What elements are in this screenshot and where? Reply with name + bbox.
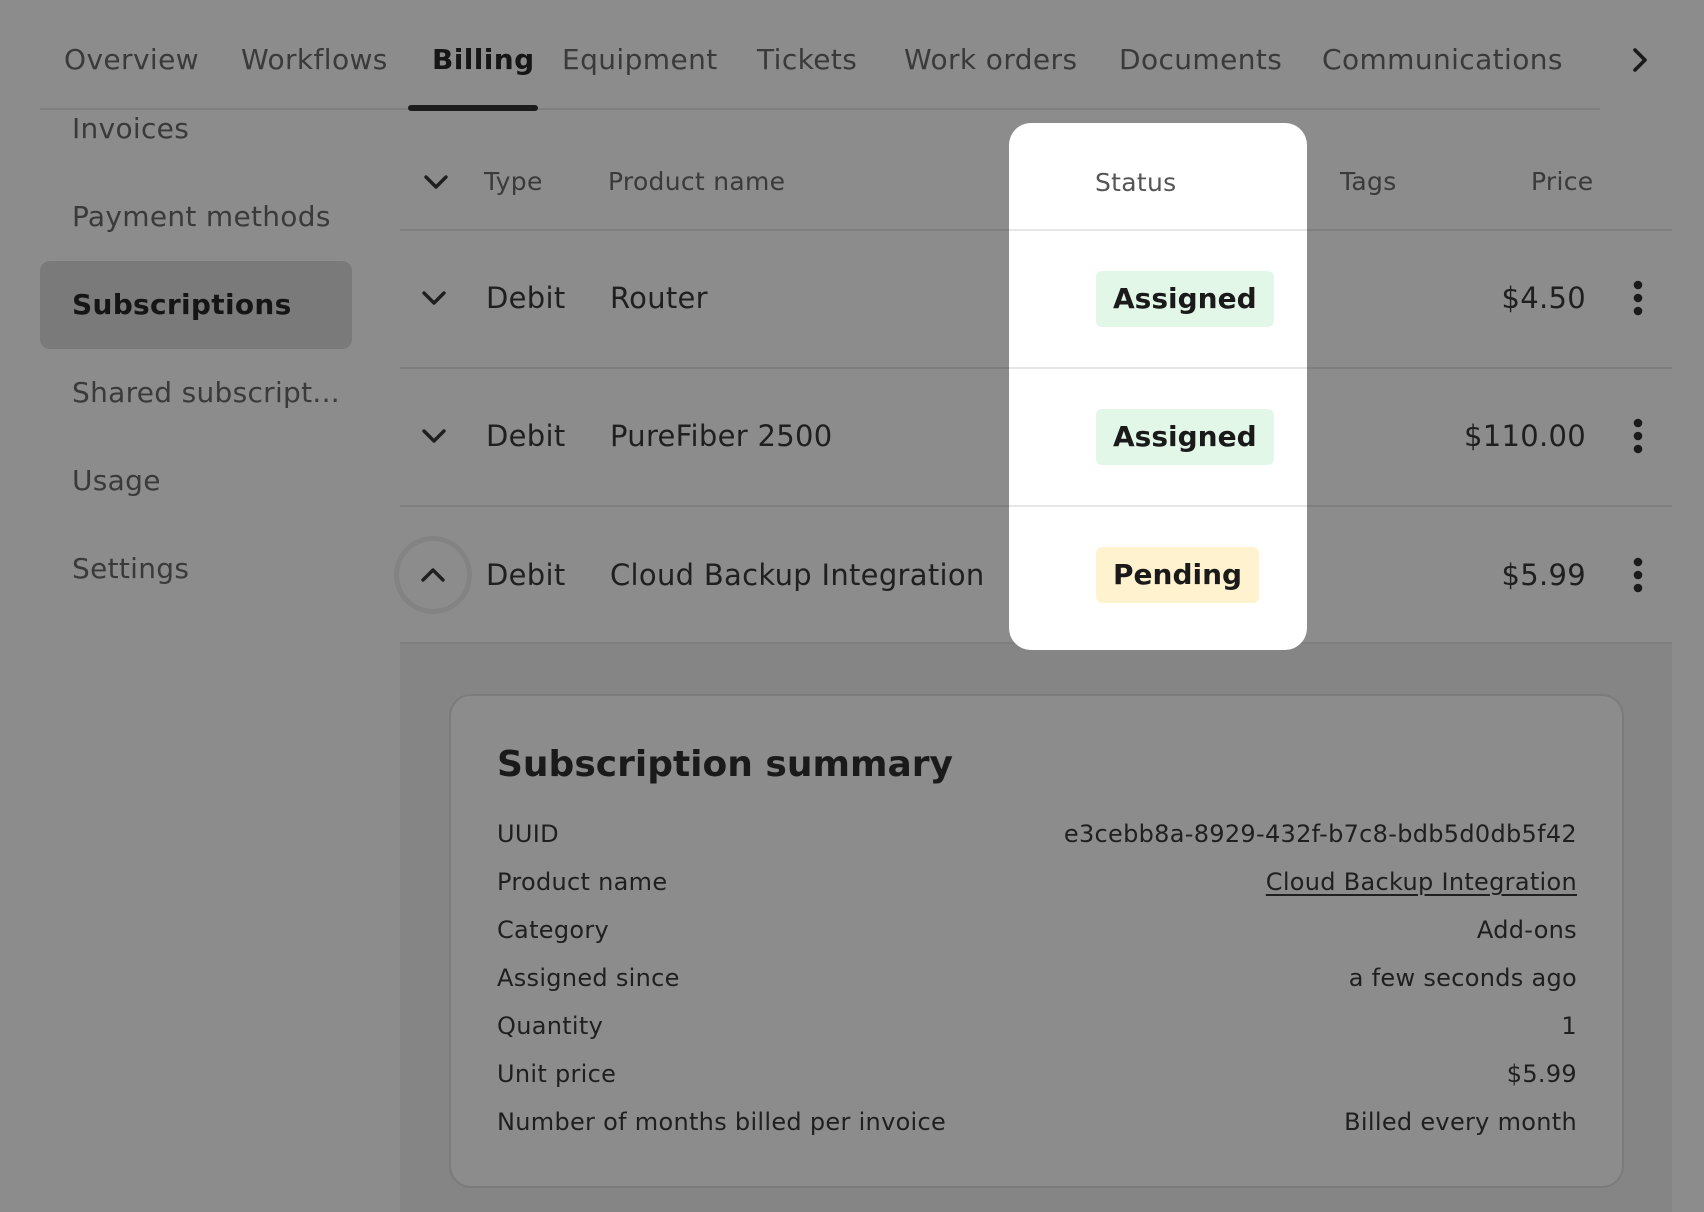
field-label: Unit price <box>497 1060 617 1088</box>
collapse-row-button[interactable] <box>394 536 472 614</box>
field-label: Quantity <box>497 1012 604 1040</box>
status-badge: Assigned <box>1096 271 1274 327</box>
tab-overview[interactable]: Overview <box>64 40 199 80</box>
chevron-down-icon <box>424 175 448 189</box>
field-label: Category <box>497 916 610 944</box>
column-header-product-name[interactable]: Product name <box>608 162 785 202</box>
row-actions-button[interactable] <box>1618 547 1658 603</box>
more-vertical-icon <box>1633 557 1643 593</box>
summary-field-category: Category Add-ons <box>497 912 1577 948</box>
row-product-name: PureFiber 2500 <box>610 419 833 453</box>
field-value: 1 <box>1561 1012 1577 1040</box>
more-vertical-icon <box>1633 280 1643 316</box>
status-column-highlight: Status Assigned Assigned Pending <box>1009 123 1307 650</box>
field-value: e3cebb8a-8929-432f-b7c8-bdb5d0db5f42 <box>1063 820 1577 848</box>
summary-field-quantity: Quantity 1 <box>497 1008 1577 1044</box>
chevron-down-icon <box>422 291 446 305</box>
divider <box>1009 229 1307 231</box>
collapse-all-button[interactable] <box>408 154 464 210</box>
tab-communications[interactable]: Communications <box>1322 40 1563 80</box>
column-header-price[interactable]: Price <box>1531 162 1594 202</box>
summary-field-product-name: Product name Cloud Backup Integration <box>497 864 1577 900</box>
row-actions-button[interactable] <box>1618 408 1658 464</box>
status-badge: Assigned <box>1096 409 1274 465</box>
row-actions-button[interactable] <box>1618 270 1658 326</box>
column-header-status[interactable]: Status <box>1095 163 1176 203</box>
row-type: Debit <box>486 419 566 453</box>
chevron-down-icon <box>422 429 446 443</box>
more-vertical-icon <box>1633 418 1643 454</box>
tab-tickets[interactable]: Tickets <box>757 40 857 80</box>
row-type: Debit <box>486 558 566 592</box>
summary-field-uuid: UUID e3cebb8a-8929-432f-b7c8-bdb5d0db5f4… <box>497 816 1577 852</box>
summary-field-unit-price: Unit price $5.99 <box>497 1056 1577 1092</box>
summary-field-billing-interval: Number of months billed per invoice Bill… <box>497 1104 1577 1140</box>
column-header-type[interactable]: Type <box>484 162 543 202</box>
expand-row-button[interactable] <box>406 270 462 326</box>
product-link[interactable]: Cloud Backup Integration <box>1266 864 1577 900</box>
tab-work-orders[interactable]: Work orders <box>904 40 1077 80</box>
tab-equipment[interactable]: Equipment <box>562 40 718 80</box>
tab-workflows[interactable]: Workflows <box>241 40 388 80</box>
field-label: Assigned since <box>497 964 680 992</box>
row-price: $110.00 <box>1463 419 1586 453</box>
summary-field-assigned-since: Assigned since a few seconds ago <box>497 960 1577 996</box>
row-product-name: Router <box>610 281 708 315</box>
chevron-up-icon <box>421 568 445 582</box>
field-value: a few seconds ago <box>1348 964 1577 992</box>
field-value: Add-ons <box>1476 916 1577 944</box>
row-price: $4.50 <box>1501 281 1586 315</box>
subscription-summary-card: Subscription summary UUID e3cebb8a-8929-… <box>449 694 1624 1188</box>
sidebar-item-payment-methods[interactable]: Payment methods <box>40 173 352 261</box>
sidebar-item-subscriptions[interactable]: Subscriptions <box>40 261 352 349</box>
row-price: $5.99 <box>1501 558 1586 592</box>
expand-row-button[interactable] <box>406 408 462 464</box>
sidebar-item-usage[interactable]: Usage <box>40 437 352 525</box>
tab-overflow-fade <box>1580 0 1610 108</box>
chevron-right-icon <box>1633 48 1647 72</box>
tab-billing[interactable]: Billing <box>432 40 535 80</box>
row-product-name: Cloud Backup Integration <box>610 558 985 592</box>
sidebar-item-settings[interactable]: Settings <box>40 525 352 613</box>
field-value: $5.99 <box>1506 1060 1577 1088</box>
active-tab-indicator <box>408 105 538 111</box>
row-type: Debit <box>486 281 566 315</box>
field-label: UUID <box>497 820 559 848</box>
sidebar-item-invoices[interactable]: Invoices <box>40 85 352 173</box>
tab-documents[interactable]: Documents <box>1119 40 1282 80</box>
column-header-tags[interactable]: Tags <box>1340 162 1397 202</box>
tabs-scroll-right-button[interactable] <box>1620 40 1660 80</box>
field-label: Product name <box>497 868 668 896</box>
divider <box>1009 367 1307 369</box>
status-badge: Pending <box>1096 547 1260 603</box>
summary-title: Subscription summary <box>497 744 953 785</box>
field-label: Number of months billed per invoice <box>497 1108 947 1136</box>
divider <box>1009 505 1307 507</box>
field-value: Billed every month <box>1344 1108 1577 1136</box>
sidebar-item-shared-subscriptions[interactable]: Shared subscript... <box>40 349 352 437</box>
